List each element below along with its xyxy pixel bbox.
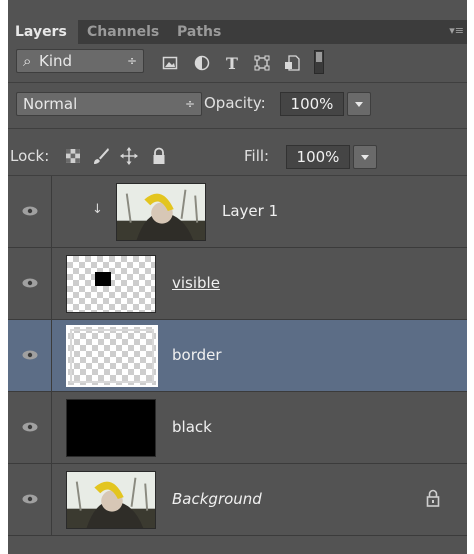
layer-name[interactable]: border <box>172 346 222 364</box>
layer-thumbnail-photo <box>66 471 156 529</box>
layer-name[interactable]: Background <box>172 490 262 508</box>
shape-filter-icon[interactable] <box>254 55 270 71</box>
eye-icon <box>22 422 38 432</box>
visibility-toggle[interactable] <box>8 464 52 535</box>
layer-row-layer-1[interactable]: ↓ Layer 1 <box>8 176 467 248</box>
blend-mode-label: Normal <box>23 95 78 113</box>
layer-thumbnail-checker <box>66 255 156 313</box>
layer-name[interactable]: black <box>172 418 212 436</box>
filter-toggle-icon[interactable] <box>314 50 324 74</box>
eye-icon <box>22 350 38 360</box>
blend-mode-select[interactable]: Normal ÷ <box>16 92 202 116</box>
lock-icon <box>426 489 440 507</box>
panel-tab-bar: Layers Channels Paths ▾≡ <box>8 20 467 44</box>
visibility-toggle[interactable] <box>8 392 52 463</box>
type-filter-icon[interactable]: T <box>224 55 240 71</box>
smart-object-filter-icon[interactable] <box>284 55 300 71</box>
clipping-mask-icon: ↓ <box>92 202 103 217</box>
adjustment-filter-icon[interactable] <box>194 55 210 71</box>
visibility-toggle[interactable] <box>8 176 52 247</box>
tab-layers[interactable]: Layers <box>8 20 78 44</box>
layer-row-visible[interactable]: visible <box>8 248 467 320</box>
layer-thumbnail-checker-frame <box>66 325 158 387</box>
fill-dropdown-button[interactable] <box>353 145 377 169</box>
eye-icon <box>22 494 38 504</box>
layers-panel: Layers Channels Paths ▾≡ ⌕ Kind ÷ T Norm… <box>8 0 467 554</box>
lock-label: Lock: <box>10 147 50 165</box>
visibility-toggle[interactable] <box>8 320 52 391</box>
spinner-icon: ÷ <box>126 54 137 68</box>
svg-text:T: T <box>226 55 238 71</box>
lock-all-icon[interactable] <box>150 147 168 165</box>
layers-list: ↓ Layer 1 visible border black Backgroun… <box>8 176 467 554</box>
layer-row-border[interactable]: border <box>8 320 467 392</box>
opacity-dropdown-button[interactable] <box>347 92 371 116</box>
tab-paths[interactable]: Paths <box>170 20 228 44</box>
lock-transparent-icon[interactable] <box>64 147 82 165</box>
lock-image-icon[interactable] <box>92 147 110 165</box>
lock-position-icon[interactable] <box>120 147 138 165</box>
layer-name[interactable]: visible <box>172 274 220 292</box>
eye-icon <box>22 278 38 288</box>
spinner-icon: ÷ <box>184 97 195 111</box>
layer-thumbnail-photo <box>116 183 206 241</box>
layer-name[interactable]: Layer 1 <box>222 202 278 220</box>
layer-row-black[interactable]: black <box>8 392 467 464</box>
opacity-label: Opacity: <box>204 94 266 112</box>
black-square-shape <box>95 272 111 286</box>
fill-label: Fill: <box>244 147 270 165</box>
visibility-toggle[interactable] <box>8 248 52 319</box>
eye-icon <box>22 206 38 216</box>
filter-kind-label: Kind <box>39 52 73 70</box>
divider <box>8 82 467 83</box>
search-icon: ⌕ <box>23 52 32 70</box>
layer-filter-row: ⌕ Kind ÷ T <box>8 44 467 78</box>
divider <box>8 128 467 129</box>
opacity-input[interactable]: 100% <box>280 92 344 116</box>
frame-outline <box>70 329 154 383</box>
layer-row-background[interactable]: Background <box>8 464 467 536</box>
filter-kind-select[interactable]: ⌕ Kind ÷ <box>16 49 144 73</box>
tab-channels[interactable]: Channels <box>80 20 166 44</box>
fill-input[interactable]: 100% <box>286 145 350 169</box>
layer-thumbnail-black <box>66 399 156 457</box>
panel-menu-icon[interactable]: ▾≡ <box>449 24 464 37</box>
image-filter-icon[interactable] <box>162 55 178 71</box>
